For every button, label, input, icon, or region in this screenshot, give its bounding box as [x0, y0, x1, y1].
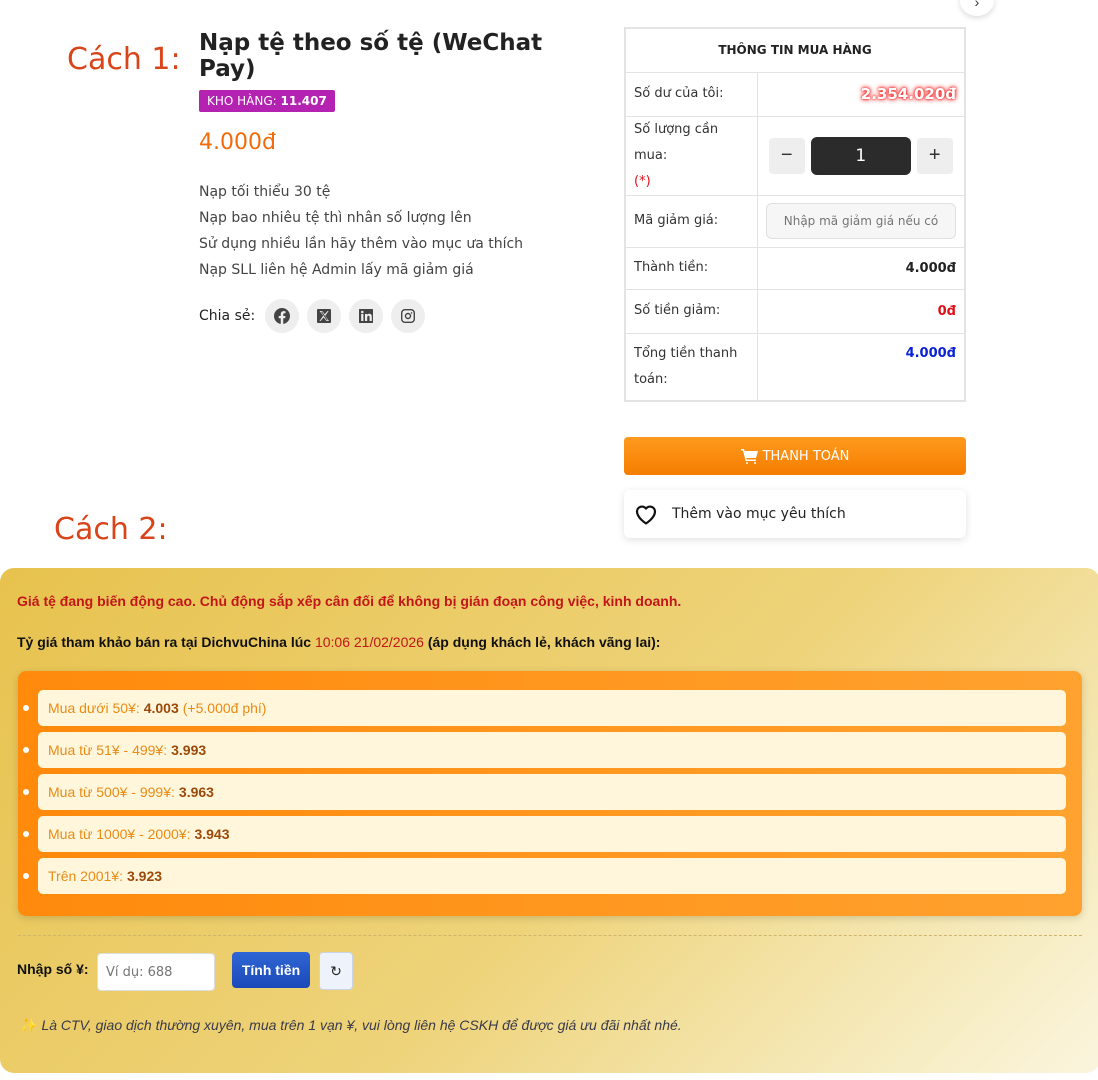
reset-button[interactable]: ↻: [319, 952, 353, 990]
x-twitter-icon: [317, 309, 332, 323]
total-value: 4.000đ: [905, 345, 956, 361]
reduction-label: Số tiền giảm:: [624, 288, 758, 334]
step-1-label: Cách 1:: [67, 42, 181, 77]
exchange-rate-panel: Giá tệ đang biến động cao. Chủ động sắp …: [0, 568, 1098, 1073]
share-linkedin-button[interactable]: [349, 299, 384, 333]
chevron-right-icon: ›: [974, 0, 980, 10]
rate-note-time: 10:06 21/02/2026: [314, 634, 424, 650]
quantity-label: Số lượng cần mua: (*): [624, 115, 758, 196]
description-line: Nạp tối thiểu 30 tệ: [199, 184, 331, 200]
stock-value: 11.407: [280, 94, 327, 108]
stock-label: KHO HÀNG:: [207, 94, 277, 108]
rate-tier-list: Mua dưới 50¥: 4.003 (+5.000đ phí) Mua từ 5…: [18, 671, 1082, 916]
tier-label: Mua từ 500¥ - 999¥:: [48, 784, 175, 800]
tier-value: 3.963: [178, 784, 214, 800]
reduction-value: 0đ: [937, 303, 956, 319]
quantity-increase-button[interactable]: +: [916, 137, 953, 174]
tier-value: 3.993: [171, 742, 207, 758]
subtotal-value: 4.000đ: [905, 260, 956, 276]
tier-fee: (+5.000đ phí): [182, 700, 267, 716]
sparkle-icon: ✨: [20, 1017, 38, 1033]
wishlist-label: Thêm vào mục yêu thích: [672, 506, 846, 522]
product-info: Nạp tệ theo số tệ (WeChat Pay) KHO HÀNG:…: [199, 30, 579, 333]
add-to-wishlist-button[interactable]: Thêm vào mục yêu thích: [624, 490, 966, 538]
price-warning: Giá tệ đang biến động cao. Chủ động sắp …: [17, 593, 682, 609]
discount-code-input[interactable]: [766, 203, 956, 239]
rate-tier-item: Trên 2001¥: 3.923: [23, 858, 1066, 894]
description-line: Nạp bao nhiêu tệ thì nhân số lượng lên: [199, 210, 472, 226]
tier-label: Mua từ 51¥ - 499¥:: [48, 742, 168, 758]
facebook-icon: [274, 308, 291, 324]
stock-badge: KHO HÀNG: 11.407: [199, 90, 335, 112]
linkedin-icon: [359, 309, 374, 323]
discount-label: Mã giảm giá:: [624, 194, 758, 248]
divider: [18, 935, 1082, 936]
share-instagram-button[interactable]: [391, 299, 426, 333]
refresh-icon: ↻: [330, 962, 342, 979]
total-label: Tổng tiền thanh toán:: [624, 332, 758, 402]
quantity-decrease-button[interactable]: −: [768, 137, 805, 174]
checkout-label: THANH TOÁN: [762, 448, 850, 464]
order-info-table: THÔNG TIN MUA HÀNG Số dư của tôi: 2.354.…: [624, 27, 966, 402]
rate-tier-item: Mua từ 1000¥ - 2000¥: 3.943: [23, 816, 1066, 852]
tier-label: Trên 2001¥:: [48, 868, 123, 884]
share-label: Chia sẻ:: [199, 308, 256, 324]
tier-label: Mua từ 1000¥ - 2000¥:: [48, 826, 191, 842]
rate-tier-item: Mua dưới 50¥: 4.003 (+5.000đ phí): [23, 690, 1066, 726]
quantity-label-text: Số lượng cần mua:: [634, 121, 719, 163]
tier-value: 4.003: [143, 700, 179, 716]
product-description: Nạp tối thiểu 30 tệ Nạp bao nhiêu tệ thì…: [199, 179, 579, 283]
calc-label: Nhập số ¥:: [17, 961, 89, 977]
description-line: Nạp SLL liên hệ Admin lấy mã giảm giá: [199, 262, 474, 278]
quantity-stepper: − 1 +: [766, 136, 957, 175]
step-2-label: Cách 2:: [54, 512, 168, 547]
description-line: Sử dụng nhiều lần hãy thêm vào mục ưa th…: [199, 236, 524, 252]
next-arrow-button[interactable]: ›: [960, 0, 994, 16]
cart-icon: [740, 449, 758, 464]
rate-tier-item: Mua từ 500¥ - 999¥: 3.963: [23, 774, 1066, 810]
tier-value: 3.943: [194, 826, 230, 842]
rate-note-prefix: Tỷ giá tham khảo bán ra tại DichvuChina …: [17, 634, 312, 650]
rate-tier-item: Mua từ 51¥ - 499¥: 3.993: [23, 732, 1066, 768]
required-mark: (*): [634, 173, 651, 189]
instagram-icon: [401, 309, 416, 323]
checkout-button[interactable]: THANH TOÁN: [624, 437, 966, 475]
share-bar: Chia sẻ:: [199, 299, 579, 333]
balance-label: Số dư của tôi:: [624, 71, 758, 117]
share-facebook-button[interactable]: [265, 299, 300, 333]
heart-icon: [635, 505, 657, 525]
share-x-button[interactable]: [307, 299, 342, 333]
product-title: Nạp tệ theo số tệ (WeChat Pay): [199, 30, 543, 82]
calculate-button[interactable]: Tính tiền: [232, 952, 310, 988]
subtotal-label: Thành tiền:: [624, 246, 758, 290]
balance-value: 2.354.020đ: [860, 85, 956, 103]
order-info-title: THÔNG TIN MUA HÀNG: [624, 27, 966, 73]
quantity-input[interactable]: 1: [810, 136, 911, 175]
yuan-amount-input[interactable]: [97, 953, 215, 991]
rate-note-suffix: (áp dụng khách lẻ, khách vãng lai):: [427, 634, 661, 650]
footnote-text: Là CTV, giao dịch thường xuyên, mua trên…: [41, 1017, 682, 1033]
rate-note: Tỷ giá tham khảo bán ra tại DichvuChina …: [17, 634, 660, 650]
ctv-footnote: ✨ Là CTV, giao dịch thường xuyên, mua trê…: [20, 1017, 682, 1034]
product-price: 4.000đ: [199, 130, 276, 155]
tier-label: Mua dưới 50¥:: [48, 700, 140, 716]
tier-value: 3.923: [126, 868, 163, 884]
